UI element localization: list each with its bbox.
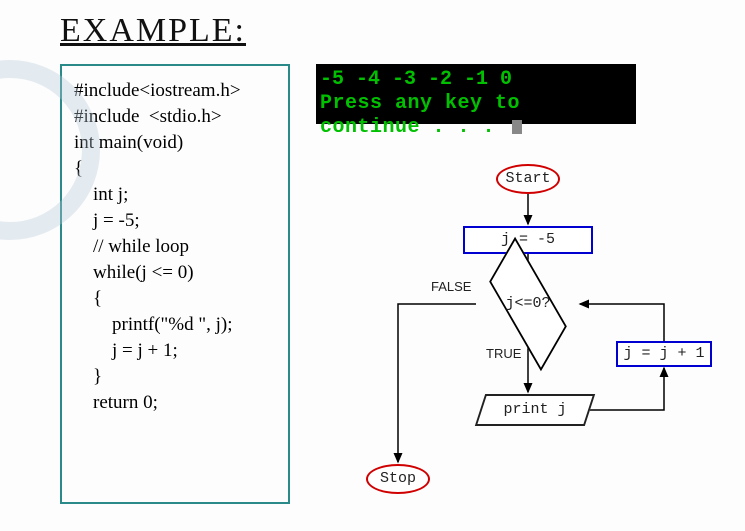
code-listing: #include<iostream.h> #include <stdio.h> … [60, 64, 290, 504]
code-line: return 0; [74, 392, 276, 414]
slide-title: EXAMPLE: [60, 12, 685, 50]
flow-stop: Stop [366, 464, 430, 494]
cursor-icon [512, 120, 522, 134]
flowchart: Start j = -5 j<=0? FALSE TRUE j = j + 1 … [346, 164, 686, 524]
console-output: -5 -4 -3 -2 -1 0 Press any key to contin… [316, 64, 636, 124]
flow-false-label: FALSE [431, 279, 471, 294]
code-line: { [74, 288, 276, 310]
flow-init: j = -5 [463, 226, 593, 254]
console-line: Press any key to continue . . . [320, 92, 632, 140]
code-line: { [74, 158, 276, 180]
flow-start: Start [496, 164, 560, 194]
flow-true-label: TRUE [486, 346, 521, 361]
slide-content: EXAMPLE: #include<iostream.h> #include <… [0, 0, 745, 504]
code-line: #include<iostream.h> [74, 80, 276, 102]
code-line: } [74, 366, 276, 388]
code-line: int main(void) [74, 132, 276, 154]
flow-increment: j = j + 1 [616, 341, 712, 367]
code-line: printf("%d ", j); [74, 314, 276, 336]
code-line: // while loop [74, 236, 276, 258]
code-line: int j; [74, 184, 276, 206]
flow-decision-label: j<=0? [478, 279, 578, 329]
code-line: while(j <= 0) [74, 262, 276, 284]
flow-decision: j<=0? [478, 279, 578, 329]
flow-print-label: print j [480, 394, 590, 426]
console-line: -5 -4 -3 -2 -1 0 [320, 68, 632, 92]
code-line: #include <stdio.h> [74, 106, 276, 128]
code-line: j = -5; [74, 210, 276, 232]
flow-print: print j [480, 394, 590, 426]
code-line: j = j + 1; [74, 340, 276, 362]
